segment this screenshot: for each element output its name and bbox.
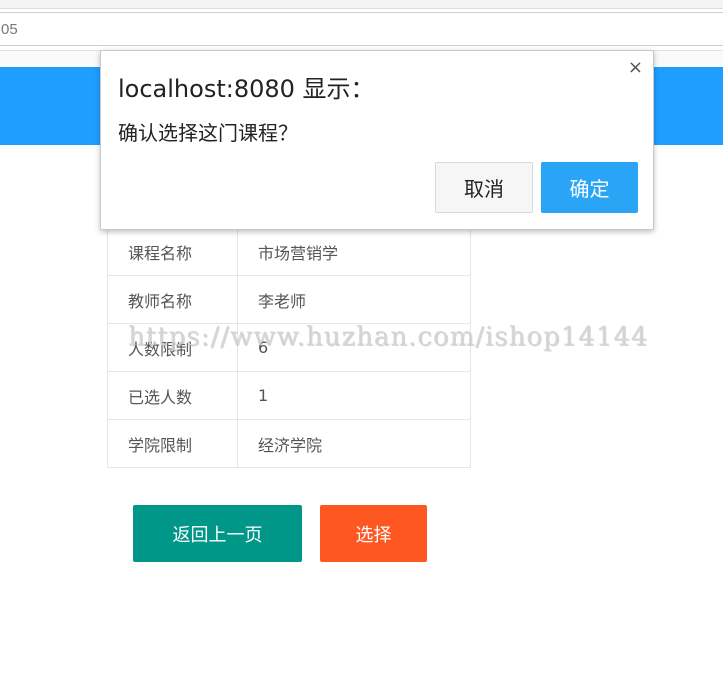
close-icon[interactable]: × — [628, 57, 643, 78]
row-label: 已选人数 — [107, 371, 238, 420]
dialog-title: localhost:8080 显示： — [118, 75, 375, 103]
table-row: 课程名称 市场营销学 — [107, 227, 471, 276]
address-bar[interactable]: 05 — [0, 12, 723, 46]
ok-button[interactable]: 确定 — [541, 162, 638, 213]
browser-toolbar — [0, 0, 723, 9]
row-value: 1 — [237, 371, 471, 420]
row-label: 学院限制 — [107, 419, 238, 468]
dialog-message: 确认选择这门课程？ — [118, 121, 298, 145]
row-value: 李老师 — [237, 275, 471, 324]
confirm-dialog: localhost:8080 显示： × 确认选择这门课程？ 取消 确定 — [100, 50, 654, 230]
row-value: 市场营销学 — [237, 227, 471, 276]
cancel-button[interactable]: 取消 — [435, 162, 533, 213]
row-value: 经济学院 — [237, 419, 471, 468]
watermark-text: https://www.huzhan.com/ishop14144 — [128, 322, 649, 352]
select-button[interactable]: 选择 — [320, 505, 427, 562]
table-row: 已选人数 1 — [107, 371, 471, 420]
table-row: 学院限制 经济学院 — [107, 419, 471, 468]
row-label: 课程名称 — [107, 227, 238, 276]
row-label: 教师名称 — [107, 275, 238, 324]
table-row: 教师名称 李老师 — [107, 275, 471, 324]
address-text: 05 — [1, 21, 18, 38]
back-button[interactable]: 返回上一页 — [133, 505, 302, 562]
